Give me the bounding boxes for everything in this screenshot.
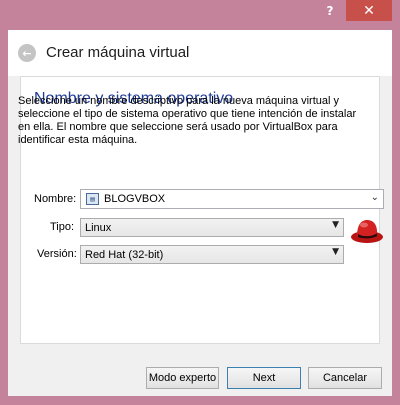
- page-description: Seleccione un nombre descriptivo para la…: [18, 95, 357, 146]
- version-label: Versión:: [37, 248, 77, 260]
- chevron-down-icon: ▼: [332, 247, 339, 257]
- chevron-down-icon: ▼: [332, 220, 339, 230]
- vm-name-icon: ▤: [86, 193, 99, 205]
- type-value: Linux: [85, 221, 112, 234]
- name-label: Nombre:: [34, 193, 77, 205]
- dialog-header: ← Crear máquina virtual: [8, 30, 392, 76]
- title-bar: ? ✕: [0, 0, 400, 30]
- close-button[interactable]: ✕: [346, 0, 392, 21]
- dialog-window: ? ✕ ← Crear máquina virtual Nombre y sis…: [0, 0, 400, 405]
- type-label: Tipo:: [50, 221, 75, 233]
- name-combobox[interactable]: ▤ BLOGVBOX ⌄: [80, 189, 384, 209]
- back-arrow-icon[interactable]: ←: [18, 44, 36, 62]
- chevron-down-icon[interactable]: ⌄: [371, 192, 379, 203]
- next-button[interactable]: Next: [227, 367, 301, 389]
- name-value: BLOGVBOX: [104, 193, 166, 205]
- cancel-button[interactable]: Cancelar: [308, 367, 382, 389]
- type-select[interactable]: Linux ▼: [80, 218, 344, 237]
- version-select[interactable]: Red Hat (32-bit) ▼: [80, 245, 344, 264]
- expert-mode-button[interactable]: Modo experto: [146, 367, 219, 389]
- dialog-client: ← Crear máquina virtual Nombre y sistema…: [8, 30, 392, 396]
- dialog-title: Crear máquina virtual: [46, 44, 190, 61]
- red-hat-icon: [351, 220, 383, 243]
- help-button[interactable]: ?: [319, 0, 341, 21]
- version-value: Red Hat (32-bit): [85, 248, 164, 261]
